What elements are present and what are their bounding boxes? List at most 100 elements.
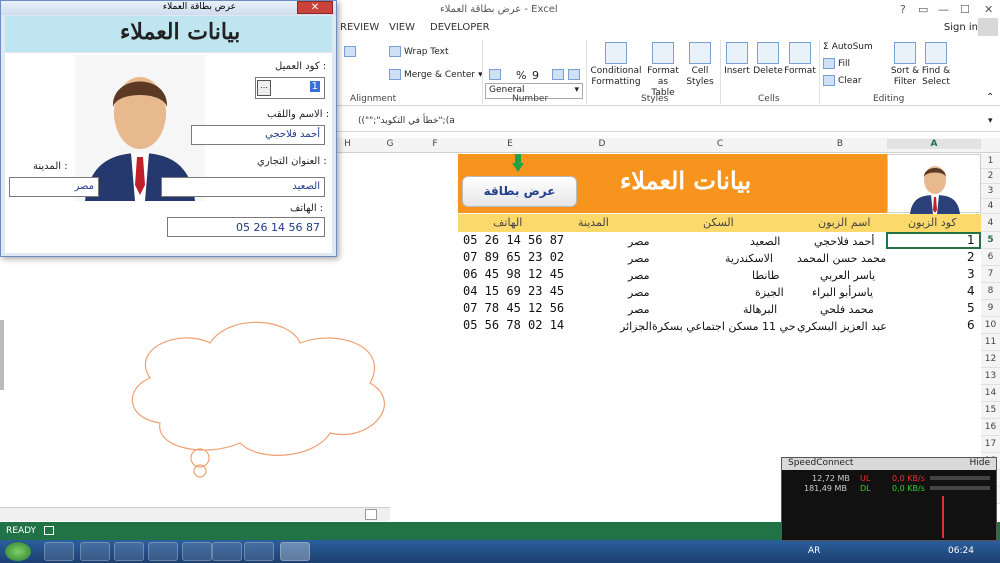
- cell-address[interactable]: طانطا: [752, 269, 780, 282]
- phone-input[interactable]: 05 26 14 56 87: [167, 217, 325, 237]
- clear-button[interactable]: Clear: [823, 75, 862, 86]
- cell-city[interactable]: مصر: [628, 303, 650, 316]
- avatar[interactable]: [978, 18, 998, 36]
- city-input[interactable]: مصر: [9, 177, 99, 197]
- format-button[interactable]: Format: [784, 42, 816, 77]
- cell-address[interactable]: الصعيد: [750, 235, 780, 248]
- horizontal-scrollbar[interactable]: [0, 507, 390, 521]
- delete-button[interactable]: Delete: [753, 42, 783, 77]
- currency-button[interactable]: [489, 69, 501, 80]
- row-header[interactable]: 17: [981, 436, 1000, 453]
- row-header[interactable]: 10: [981, 317, 1000, 334]
- scroll-right-icon[interactable]: [365, 509, 377, 520]
- row-header[interactable]: 9: [981, 300, 1000, 317]
- row-header[interactable]: 5: [981, 232, 1000, 249]
- collapse-ribbon-icon[interactable]: ⌃: [986, 92, 994, 103]
- col-header-g[interactable]: G: [375, 139, 405, 149]
- minimize-icon[interactable]: —: [938, 3, 949, 16]
- cell-city[interactable]: الجزائر: [620, 320, 652, 333]
- cell-name[interactable]: محمد فلحي: [820, 303, 874, 316]
- cell-phone[interactable]: 05 56 78 02 14: [463, 318, 564, 332]
- comma-button[interactable]: 9: [532, 69, 539, 82]
- row-header[interactable]: 3: [981, 184, 1000, 199]
- find-select-button[interactable]: Find & Select: [920, 42, 952, 88]
- autosum-button[interactable]: Σ AutoSum: [823, 42, 873, 52]
- col-header-f[interactable]: F: [420, 139, 450, 149]
- clock[interactable]: 06:24: [948, 546, 974, 556]
- row-header[interactable]: 1: [981, 154, 1000, 169]
- ie-icon[interactable]: [44, 542, 74, 561]
- row-header[interactable]: 8: [981, 283, 1000, 300]
- skype-icon[interactable]: [182, 542, 212, 561]
- row-header[interactable]: 13: [981, 368, 1000, 385]
- macro-icon[interactable]: [44, 526, 54, 535]
- cell-name[interactable]: ياسر العربي: [820, 269, 875, 282]
- sort-filter-button[interactable]: Sort & Filter: [888, 42, 922, 88]
- row-header[interactable]: 7: [981, 266, 1000, 283]
- col-header-c[interactable]: C: [710, 139, 730, 149]
- cell-address[interactable]: حي 11 مسكن اجتماعي بسكرة: [652, 320, 796, 333]
- row-header[interactable]: 2: [981, 169, 1000, 184]
- row-header[interactable]: 6: [981, 249, 1000, 266]
- decrease-decimal-button[interactable]: [568, 69, 580, 80]
- cell-name[interactable]: محمد حسن المحمد: [797, 252, 886, 265]
- vertical-scrollbar[interactable]: [0, 320, 4, 390]
- row-header[interactable]: 11: [981, 334, 1000, 351]
- cell-name[interactable]: ياسرأبو البراء: [812, 286, 873, 299]
- col-header-d[interactable]: D: [592, 139, 612, 149]
- cell-code[interactable]: 6: [967, 318, 975, 332]
- excel-icon[interactable]: [280, 542, 310, 561]
- cell-code[interactable]: 5: [967, 301, 975, 315]
- row-header[interactable]: 15: [981, 402, 1000, 419]
- row-header[interactable]: 12: [981, 351, 1000, 368]
- col-header-e[interactable]: E: [500, 139, 520, 149]
- row-header[interactable]: 16: [981, 419, 1000, 436]
- expand-formula-icon[interactable]: ▾: [988, 116, 993, 126]
- app-icon[interactable]: [244, 542, 274, 561]
- cell-code[interactable]: 4: [967, 284, 975, 298]
- percent-button[interactable]: %: [516, 69, 526, 82]
- dialog-close-button[interactable]: ✕: [297, 1, 333, 14]
- maximize-icon[interactable]: ☐: [960, 3, 970, 16]
- language-indicator[interactable]: AR: [808, 546, 820, 556]
- row-header[interactable]: 14: [981, 385, 1000, 402]
- hide-button[interactable]: Hide: [969, 458, 990, 468]
- folder-icon[interactable]: [80, 542, 110, 561]
- help-icon[interactable]: ?: [900, 3, 906, 16]
- cell-city[interactable]: مصر: [628, 269, 650, 282]
- viber-icon[interactable]: [148, 542, 178, 561]
- cell-address[interactable]: الاسكندرية: [725, 252, 773, 265]
- insert-button[interactable]: Insert: [722, 42, 752, 77]
- tab-developer[interactable]: DEVELOPER: [430, 22, 490, 33]
- chrome-icon[interactable]: [212, 542, 242, 561]
- cell-phone[interactable]: 07 89 65 23 02: [463, 250, 564, 264]
- indent-button[interactable]: [344, 46, 356, 57]
- tab-review[interactable]: REVIEW: [340, 22, 379, 33]
- row-header[interactable]: 4: [981, 214, 1000, 232]
- cell-phone[interactable]: 04 15 69 23 45: [463, 284, 564, 298]
- close-icon[interactable]: ✕: [984, 3, 993, 16]
- cell-address[interactable]: الجيزة: [755, 286, 784, 299]
- tab-view[interactable]: VIEW: [389, 22, 415, 33]
- format-as-table-button[interactable]: Format as Table: [641, 42, 685, 99]
- cell-phone[interactable]: 07 78 45 12 56: [463, 301, 564, 315]
- signin-link[interactable]: Sign in: [944, 22, 978, 33]
- cell-city[interactable]: مصر: [628, 252, 650, 265]
- cell-city[interactable]: مصر: [628, 286, 650, 299]
- cell-phone[interactable]: 05 26 14 56 87: [463, 233, 564, 247]
- show-card-button[interactable]: عرض بطاقة العملاء: [462, 176, 577, 227]
- cell-city[interactable]: مصر: [628, 235, 650, 248]
- cell-phone[interactable]: 06 45 98 12 45: [463, 267, 564, 281]
- name-input[interactable]: أحمد فلاحجي: [191, 125, 325, 145]
- cell-address[interactable]: البرهالة: [743, 303, 777, 316]
- col-header-a[interactable]: A: [887, 139, 981, 149]
- address-input[interactable]: الصعيد: [161, 177, 325, 197]
- col-header-h[interactable]: H: [335, 139, 360, 149]
- ribbon-display-icon[interactable]: ▭: [918, 3, 928, 16]
- selected-cell[interactable]: [886, 232, 981, 249]
- wrap-text-button[interactable]: Wrap Text: [389, 46, 449, 57]
- fill-button[interactable]: Fill: [823, 58, 850, 69]
- col-header-b[interactable]: B: [830, 139, 850, 149]
- cell-name[interactable]: عبد العزيز البسكري: [797, 320, 887, 333]
- cell-styles-button[interactable]: Cell Styles: [684, 42, 716, 88]
